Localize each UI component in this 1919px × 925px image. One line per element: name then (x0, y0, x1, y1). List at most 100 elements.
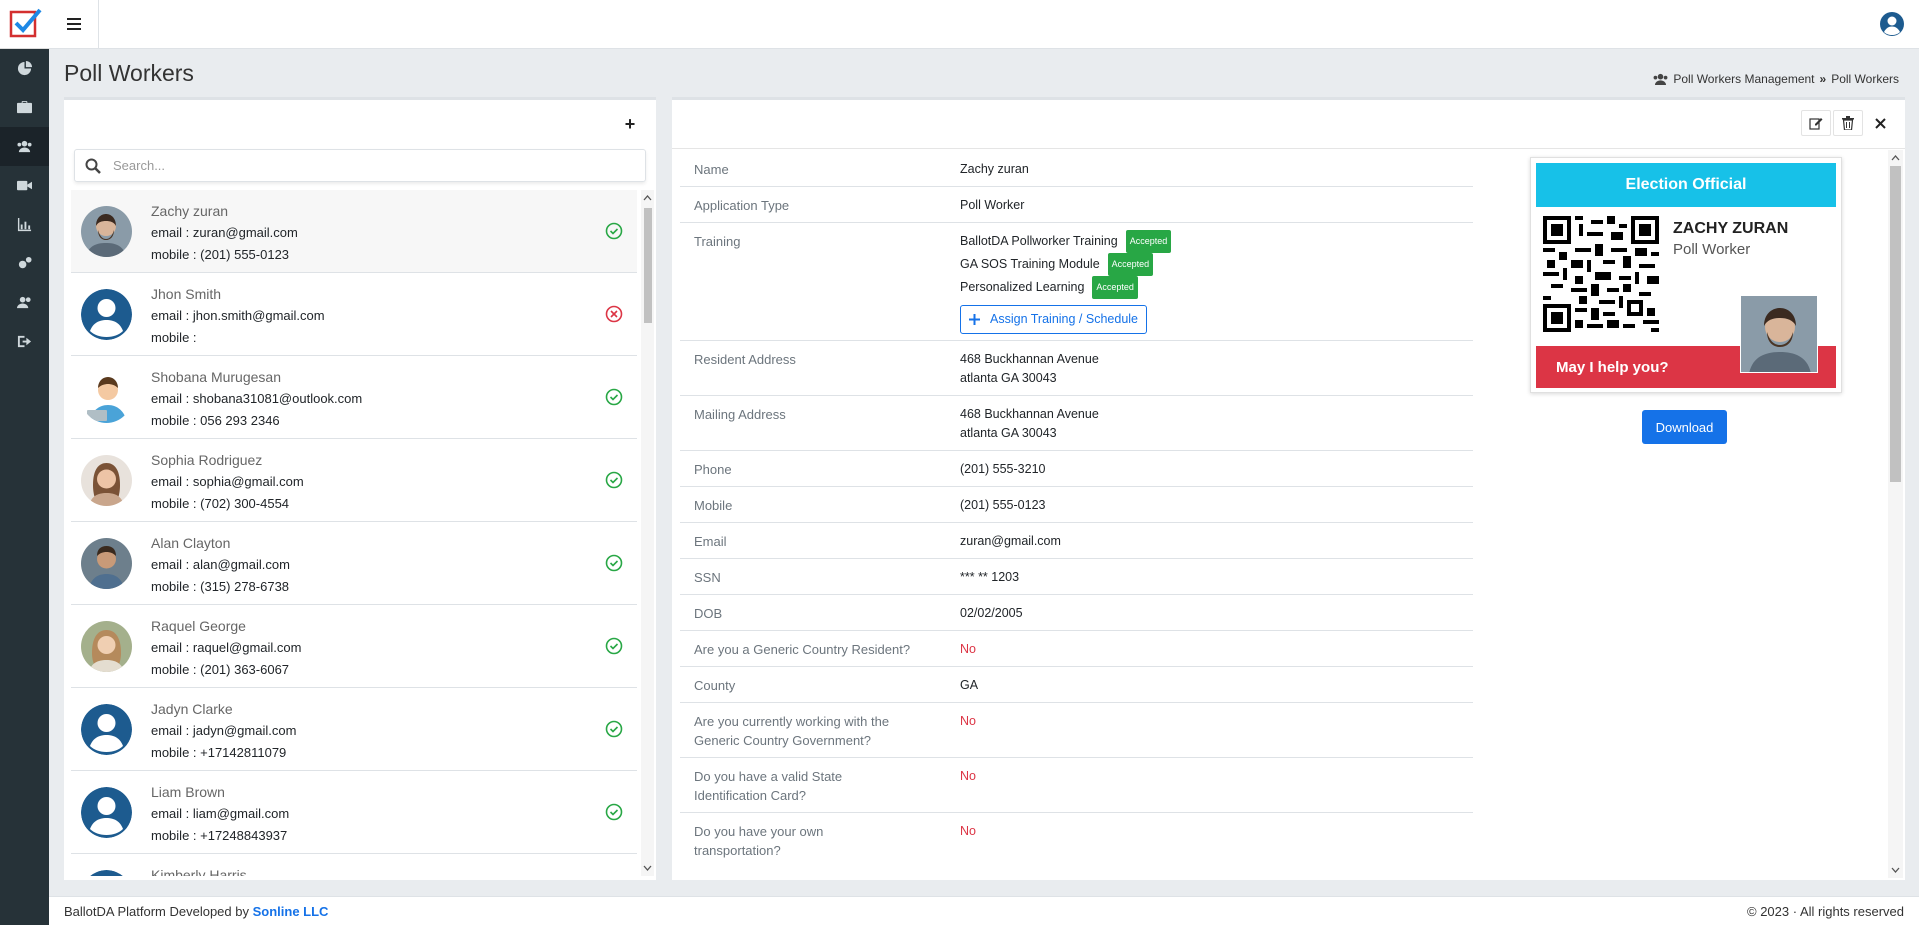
briefcase-icon (17, 100, 32, 114)
sidebar-item-groups[interactable] (0, 283, 49, 322)
video-icon (17, 180, 32, 191)
worker-list-item[interactable]: Zachy zuran email : zuran@gmail.com mobi… (71, 190, 637, 273)
worker-name: Jadyn Clarke (151, 701, 233, 717)
detail-label: Are you a Generic Country Resident? (694, 642, 911, 657)
page-footer: BallotDA Platform Developed by Sonline L… (49, 896, 1919, 925)
close-button[interactable] (1865, 110, 1895, 136)
detail-value: No (960, 769, 976, 783)
worker-list-item[interactable]: Jhon Smith email : jhon.smith@gmail.com … (71, 273, 637, 356)
worker-mobile: mobile : (201) 555-0123 (151, 247, 290, 262)
delete-button[interactable] (1833, 110, 1863, 136)
worker-list-scrollbar[interactable] (641, 190, 654, 876)
detail-value: No (960, 824, 976, 838)
assign-training-button[interactable]: Assign Training / Schedule (960, 305, 1148, 334)
worker-list-item[interactable]: Jadyn Clarke email : jadyn@gmail.com mob… (71, 688, 637, 771)
training-item: Personalized Learning Accepted (960, 276, 1459, 299)
worker-email: email : shobana31081@outlook.com (151, 391, 363, 406)
worker-name: Shobana Murugesan (151, 369, 281, 385)
sidebar-item-dashboard[interactable] (0, 49, 49, 88)
card-photo (1740, 295, 1818, 373)
detail-label: SSN (694, 570, 721, 585)
detail-row-email: Email zuran@gmail.com (680, 523, 1473, 559)
worker-email: email : sophia@gmail.com (151, 474, 304, 489)
edit-button[interactable] (1801, 110, 1831, 136)
worker-detail-panel: Name Zachy zuran Application Type Poll W… (672, 97, 1905, 880)
footer-credit: BallotDA Platform Developed by Sonline L… (64, 904, 328, 919)
copyright: © 2023 · All rights reserved (1747, 903, 1904, 919)
page-title: Poll Workers (64, 60, 194, 86)
scroll-down-icon (643, 865, 652, 871)
scrollbar-thumb[interactable] (1890, 166, 1901, 482)
detail-label: Are you currently working with the Gener… (694, 714, 890, 748)
detail-value: No (960, 714, 976, 728)
worker-list-item[interactable]: Kimberly Harris (71, 854, 637, 876)
detail-value: GA (960, 678, 979, 692)
company-link[interactable]: Sonline LLC (253, 904, 329, 919)
checkbox-logo-icon (9, 8, 42, 38)
search-icon (85, 158, 101, 174)
worker-name: Sophia Rodriguez (151, 452, 263, 468)
detail-label: Email (694, 534, 727, 549)
worker-mobile: mobile : (151, 330, 197, 345)
detail-row-county: County GA (680, 667, 1473, 703)
sidebar-item-briefcase[interactable] (0, 88, 49, 127)
detail-row-dob: DOB 02/02/2005 (680, 595, 1473, 631)
users-icon (17, 140, 32, 153)
detail-row-government-question: Are you currently working with the Gener… (680, 703, 1473, 758)
detail-value: *** ** 1203 (960, 570, 1020, 584)
detail-table: Name Zachy zuran Application Type Poll W… (680, 151, 1473, 867)
address-line: atlanta GA 30043 (960, 371, 1057, 385)
detail-row-resident-address: Resident Address 468 Buckhannan Avenue a… (680, 341, 1473, 396)
worker-list-item[interactable]: Raquel George email : raquel@gmail.com m… (71, 605, 637, 688)
footer-text: BallotDA Platform Developed by (64, 903, 249, 919)
address-line: 468 Buckhannan Avenue (960, 352, 1099, 366)
avatar (81, 372, 132, 423)
divider (672, 148, 1905, 149)
detail-label: Do you have your own transportation? (694, 824, 824, 858)
download-button[interactable]: Download (1642, 410, 1727, 444)
qr-code (1543, 216, 1659, 332)
user-menu-button[interactable] (1879, 11, 1905, 37)
search-input[interactable] (113, 158, 593, 173)
app-logo[interactable] (0, 0, 49, 49)
plus-icon (969, 314, 980, 325)
detail-label: Phone (694, 462, 732, 477)
training-item: GA SOS Training Module Accepted (960, 253, 1459, 276)
detail-row-ssn: SSN *** ** 1203 (680, 559, 1473, 595)
sidebar-item-settings[interactable] (0, 244, 49, 283)
detail-label: DOB (694, 606, 723, 621)
users-icon (1653, 73, 1668, 85)
sidebar-item-reports[interactable] (0, 205, 49, 244)
user-group-icon (17, 296, 31, 309)
worker-name: Raquel George (151, 618, 246, 634)
assign-training-label: Assign Training / Schedule (990, 312, 1139, 326)
worker-list-item[interactable]: Sophia Rodriguez email : sophia@gmail.co… (71, 439, 637, 522)
sidebar-item-video[interactable] (0, 166, 49, 205)
detail-value: 468 Buckhannan Avenue atlanta GA 30043 (960, 350, 1459, 388)
check-circle-icon (605, 222, 623, 240)
sidebar-item-poll-workers[interactable] (0, 127, 49, 166)
sidebar-item-logout[interactable] (0, 322, 49, 361)
training-name: Personalized Learning (960, 280, 1085, 294)
worker-list-item[interactable]: Liam Brown email : liam@gmail.com mobile… (71, 771, 637, 854)
check-circle-icon (605, 637, 623, 655)
menu-toggle-button[interactable] (49, 0, 99, 48)
detail-value: Poll Worker (960, 198, 1025, 212)
detail-label: Training (694, 234, 741, 249)
add-worker-button[interactable]: + (618, 112, 642, 136)
worker-mobile: mobile : +17142811079 (151, 745, 287, 760)
breadcrumb-parent[interactable]: Poll Workers Management (1673, 72, 1814, 86)
scroll-down-icon (1891, 867, 1900, 873)
status-badge: Accepted (1092, 276, 1138, 299)
avatar (81, 870, 132, 876)
status-badge: Accepted (1125, 230, 1172, 253)
worker-mobile: mobile : (201) 363-6067 (151, 662, 290, 677)
search-box (74, 149, 646, 182)
worker-list-item[interactable]: Shobana Murugesan email : shobana31081@o… (71, 356, 637, 439)
scroll-up-icon (643, 195, 652, 201)
avatar (81, 206, 132, 257)
training-list: BallotDA Pollworker Training Accepted GA… (960, 230, 1459, 334)
worker-list-item[interactable]: Alan Clayton email : alan@gmail.com mobi… (71, 522, 637, 605)
scrollbar-thumb[interactable] (644, 208, 652, 323)
detail-scrollbar[interactable] (1888, 150, 1903, 878)
